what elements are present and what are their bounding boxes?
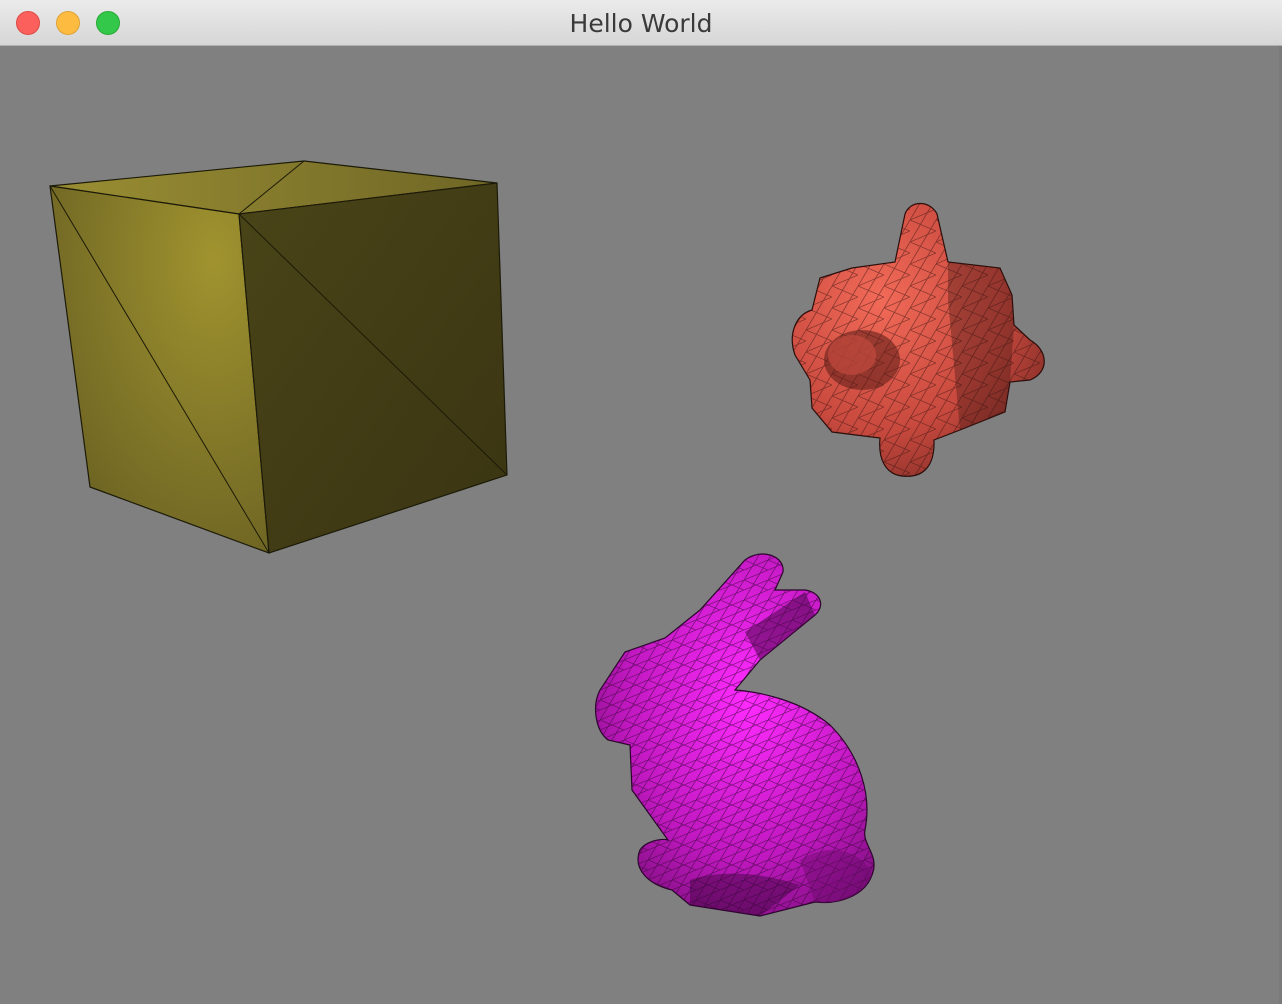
bunny-model[interactable] bbox=[594, 553, 875, 917]
title-bar[interactable]: Hello World bbox=[0, 0, 1282, 46]
window-title: Hello World bbox=[569, 9, 713, 38]
spiked-cube-model[interactable] bbox=[791, 202, 1045, 477]
render-viewport[interactable] bbox=[0, 46, 1282, 1004]
cube-model[interactable] bbox=[49, 160, 508, 554]
scene-canvas bbox=[49, 160, 1045, 917]
app-window: Hello World bbox=[0, 0, 1282, 1004]
